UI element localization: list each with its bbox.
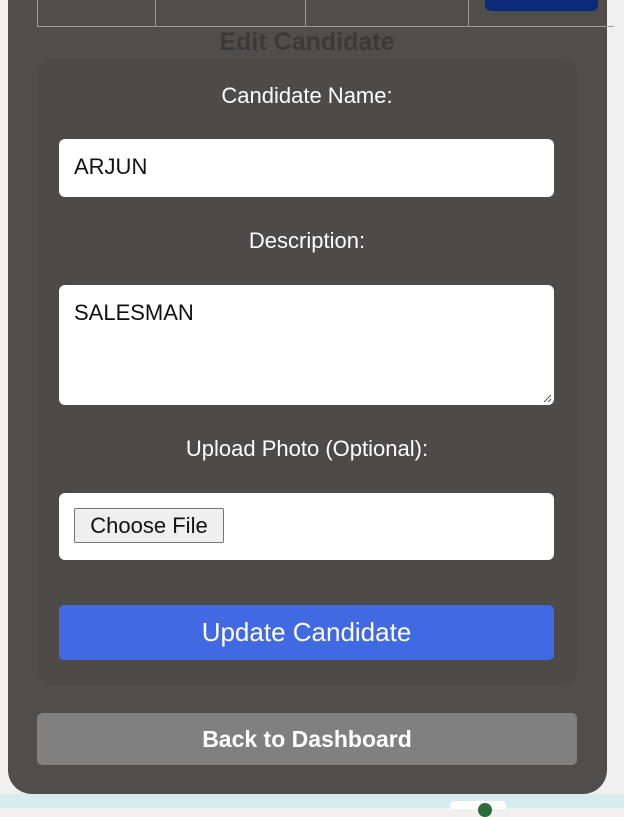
- photo-file-input[interactable]: Choose File: [59, 493, 554, 560]
- description-textarea[interactable]: SALESMAN: [59, 285, 554, 405]
- table-action-button[interactable]: [485, 0, 598, 11]
- candidate-name-value: ARJUN: [74, 154, 148, 179]
- upload-photo-label: Upload Photo (Optional):: [185, 436, 429, 461]
- back-to-dashboard-button[interactable]: Back to Dashboard: [37, 713, 577, 765]
- page-title: Edit Candidate: [219, 28, 395, 56]
- page-background: [0, 794, 624, 808]
- table-cell: [38, 0, 156, 26]
- table-cell: [305, 0, 469, 26]
- app-circle-icon: [478, 803, 492, 817]
- update-candidate-button[interactable]: Update Candidate: [59, 605, 554, 660]
- candidate-name-input[interactable]: ARJUN: [59, 139, 554, 197]
- table-cell: [155, 0, 306, 26]
- description-value: SALESMAN: [74, 300, 194, 325]
- candidates-table-bottom: [37, 0, 614, 27]
- description-label: Description:: [248, 228, 366, 253]
- choose-file-button[interactable]: Choose File: [74, 508, 224, 543]
- resize-handle-icon[interactable]: [542, 393, 552, 403]
- edit-candidate-form: Candidate Name: ARJUN Description: SALES…: [37, 59, 577, 685]
- candidate-name-label: Candidate Name:: [221, 83, 393, 108]
